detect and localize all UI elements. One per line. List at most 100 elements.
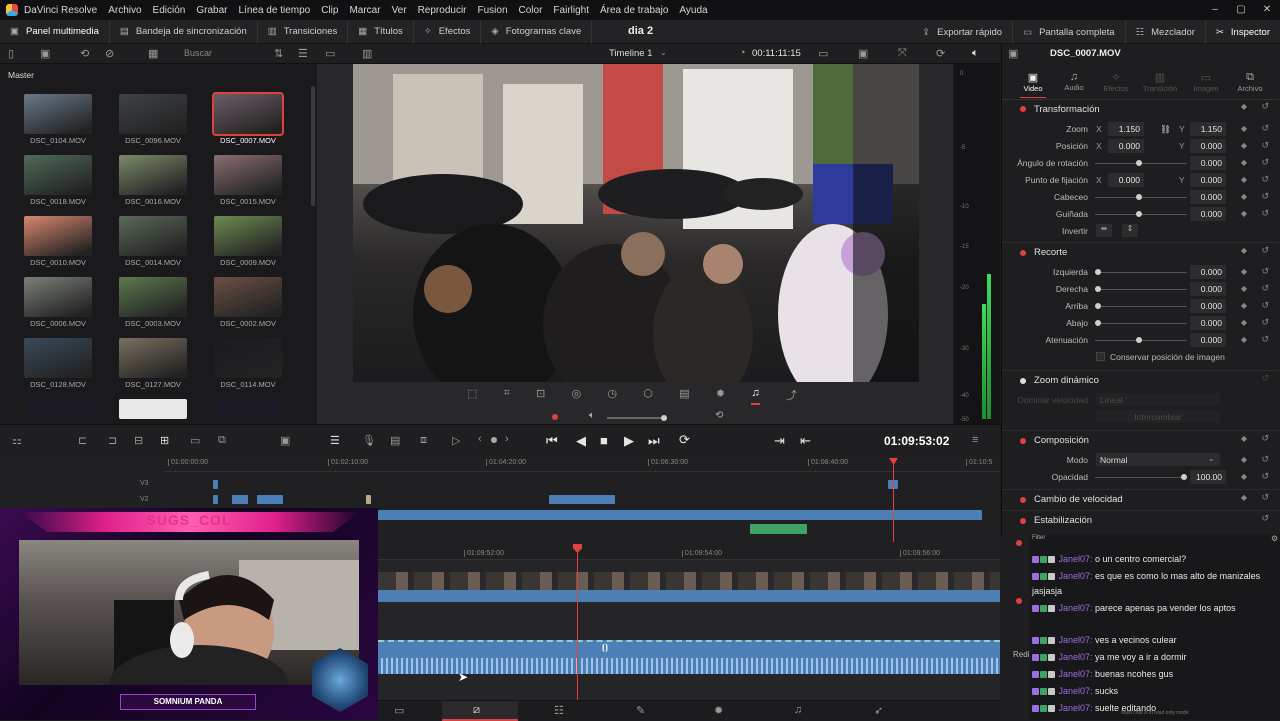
crop-bottom-slider[interactable] [1095, 320, 1187, 326]
reset-icon[interactable]: ↺ [1261, 300, 1269, 311]
keyframe-icon[interactable]: ◆ [1241, 335, 1247, 344]
menu-ayuda[interactable]: Ayuda [679, 5, 707, 16]
prev-marker-icon[interactable]: ‹ [478, 433, 482, 445]
play-reverse-icon[interactable]: ◀ [576, 433, 586, 449]
chat-username[interactable]: Janel07: [1056, 635, 1093, 645]
reset-icon[interactable]: ↺ [1261, 123, 1269, 134]
inspector-layout-icon[interactable]: ▣ [1008, 47, 1018, 60]
tab-effects[interactable]: ✧ Efectos [1101, 71, 1131, 93]
timeline-view-icon[interactable]: ⚏ [12, 434, 22, 447]
menu-ver[interactable]: Ver [392, 5, 407, 16]
keyframe-icon[interactable]: ◆ [1241, 434, 1247, 443]
panel-media-button[interactable]: ▣ Panel multimedia [0, 19, 110, 44]
rotation-field[interactable]: 0.000 [1190, 156, 1226, 170]
sort-icon[interactable]: ⇅ [274, 47, 283, 60]
stop-icon[interactable]: ■ [600, 433, 608, 448]
keyframe-icon[interactable]: ◆ [1241, 301, 1247, 310]
speed-icon[interactable]: ◷ [608, 387, 618, 405]
keyframe-icon[interactable]: ◆ [1241, 267, 1247, 276]
reset-icon[interactable]: ↺ [1261, 513, 1269, 524]
keyframe-icon[interactable]: ◆ [1241, 102, 1247, 111]
slider-knob[interactable] [1136, 194, 1142, 200]
sync-bin-button[interactable]: ▤ Bandeja de sincronización [110, 19, 258, 44]
reset-icon[interactable]: ↺ [1261, 492, 1269, 503]
swap-button[interactable]: Intercambiar [1096, 410, 1220, 423]
clip[interactable] [213, 495, 218, 504]
clip-thumbnail[interactable] [24, 338, 92, 378]
settings-icon[interactable]: ⚙ [1271, 534, 1278, 543]
insert-clip-icon[interactable]: ⊏ [78, 434, 87, 447]
menu-linea-tiempo[interactable]: Línea de tiempo [238, 5, 310, 16]
clip-thumbnail[interactable] [24, 399, 92, 419]
ripple-overwrite-icon[interactable]: ⧉ [218, 434, 226, 447]
opacity-slider[interactable] [1095, 474, 1187, 480]
position-y-field[interactable]: 0.000 [1190, 139, 1226, 153]
enable-dot[interactable] [1020, 249, 1026, 256]
chat-username[interactable]: Janel07: [1056, 686, 1093, 696]
composite-section[interactable]: Composición ◆ ↺ [1002, 430, 1280, 450]
list-view-icon[interactable]: ☰ [298, 47, 308, 60]
tab-video[interactable]: ▣ Video [1020, 71, 1046, 93]
clip-thumbnail[interactable] [24, 94, 92, 134]
keyframe-icon[interactable]: ◆ [1241, 175, 1247, 184]
minimize-icon[interactable]: – [1202, 0, 1228, 20]
lower-playhead[interactable] [577, 546, 578, 700]
smart-reframe-icon[interactable]: ⬡ [643, 387, 653, 405]
crop-top-field[interactable]: 0.000 [1190, 299, 1226, 313]
next-marker-icon[interactable]: › [505, 433, 509, 445]
dual-viewer-icon[interactable]: ▥ [362, 47, 372, 60]
slider-knob[interactable] [1095, 286, 1101, 292]
crop-left-slider[interactable] [1095, 269, 1187, 275]
reset-icon[interactable]: ↺ [1261, 334, 1269, 345]
volume-icon[interactable]: 🔈︎ [589, 410, 595, 421]
clip-thumbnail[interactable] [212, 92, 284, 136]
opacity-field[interactable]: 100.00 [1190, 470, 1226, 484]
sidebar-toggle-icon[interactable]: ▯ [8, 47, 14, 60]
overwrite-clip-icon[interactable]: ⊐ [108, 434, 117, 447]
bin-name[interactable]: Master [8, 70, 34, 80]
slider-knob[interactable] [1181, 474, 1187, 480]
enable-dot[interactable] [1020, 517, 1026, 524]
enable-dot[interactable] [1016, 598, 1022, 604]
keyframe-icon[interactable]: ◆ [1241, 158, 1247, 167]
reset-icon[interactable]: ↺ [1261, 101, 1269, 112]
menu-marcar[interactable]: Marcar [349, 5, 380, 16]
transform-overlay-icon[interactable]: ⤧ [898, 47, 907, 60]
retain-checkbox[interactable] [1096, 352, 1105, 361]
keyframe-icon[interactable]: ◆ [1241, 455, 1247, 464]
keyframe-icon[interactable]: ◆ [1241, 318, 1247, 327]
fairlight-page-icon[interactable]: ♫ [794, 704, 802, 716]
mixer-button[interactable]: ☷ Mezclador [1126, 20, 1206, 44]
slider-knob[interactable] [1095, 269, 1101, 275]
slider-knob[interactable] [1136, 160, 1142, 166]
enable-dot[interactable] [1020, 496, 1026, 503]
cut-page-icon[interactable]: ⧄ [473, 704, 480, 717]
menu-reproducir[interactable]: Reproducir [418, 5, 467, 16]
keyframe-icon[interactable]: ◆ [1241, 209, 1247, 218]
upper-playhead[interactable] [893, 460, 894, 542]
pitch-slider[interactable] [1095, 194, 1187, 200]
reset-icon[interactable]: ↺ [1261, 245, 1269, 256]
anchor-x-field[interactable]: 0.000 [1108, 173, 1144, 187]
overlay-icon[interactable]: ▣ [858, 47, 868, 60]
enable-dot[interactable] [1016, 540, 1022, 546]
fit-to-fill-icon[interactable]: ⊞ [160, 434, 169, 447]
clip-thumbnail[interactable] [24, 277, 92, 317]
grid-view-icon[interactable]: ▦ [148, 47, 158, 60]
deliver-page-icon[interactable]: ➶ [874, 704, 883, 717]
close-icon[interactable]: ✕ [1254, 0, 1280, 20]
crop-section[interactable]: Recorte ◆ ↺ [1002, 242, 1280, 262]
enable-dot[interactable] [1020, 437, 1026, 444]
voice-record-icon[interactable]: 🎙︎ [362, 434, 376, 447]
media-page-icon[interactable]: ▭ [394, 704, 404, 717]
go-to-end-icon[interactable]: ⏭ [648, 433, 660, 449]
crop-right-slider[interactable] [1095, 286, 1187, 292]
menu-grabar[interactable]: Grabar [196, 5, 227, 16]
titles-button[interactable]: ▦ Títulos [348, 19, 414, 44]
fullscreen-button[interactable]: ▭ Pantalla completa [1013, 20, 1126, 44]
mark-in-icon[interactable]: ⇥ [774, 433, 785, 449]
ease-dropdown[interactable]: Lineal [1096, 393, 1220, 406]
clip-thumbnail[interactable] [119, 338, 187, 378]
tab-audio[interactable]: ♫ Audio [1061, 71, 1087, 92]
export-frame-icon[interactable]: ⤴ [786, 387, 797, 405]
